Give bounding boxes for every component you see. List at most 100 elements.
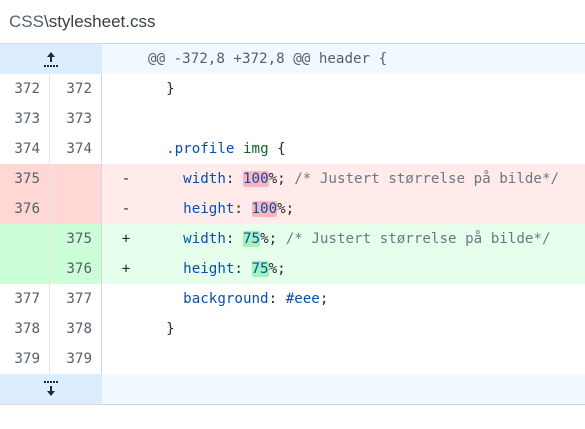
new-line-number[interactable]	[50, 164, 102, 194]
colon: :	[234, 201, 252, 217]
changed-value: 100	[251, 201, 278, 217]
new-line-number[interactable]: 379	[50, 344, 102, 374]
changed-value: 75	[251, 261, 269, 277]
new-line-number[interactable]: 373	[50, 104, 102, 134]
context-line: 377 377 background: #eee;	[0, 284, 585, 314]
colon: :	[234, 261, 252, 277]
code-line: }	[149, 74, 175, 104]
colon: :	[225, 171, 243, 187]
code-line: height: 100%;	[149, 194, 294, 224]
code-cell	[102, 344, 585, 374]
colon: :	[268, 291, 286, 307]
css-property: height	[183, 201, 235, 217]
unit: %;	[277, 201, 295, 217]
new-line-number[interactable]: 372	[50, 74, 102, 104]
diff-table: @@ -372,8 +372,8 @@ header { 372 372 } 373…	[0, 44, 585, 405]
old-line-number[interactable]: 372	[0, 74, 50, 104]
diff-marker: -	[121, 171, 131, 187]
expand-up-button[interactable]	[0, 44, 102, 74]
hunk-header-row: @@ -372,8 +372,8 @@ header {	[0, 44, 585, 74]
code-text: {	[268, 141, 286, 157]
css-selector: .profile	[166, 141, 235, 157]
new-line-number[interactable]: 375	[50, 224, 102, 254]
old-line-number[interactable]: 373	[0, 104, 50, 134]
code-line: .profile img {	[149, 134, 286, 164]
code-line: width: 75%; /* Justert størrelse på bild…	[149, 224, 551, 254]
code-line: height: 75%;	[149, 254, 286, 284]
unit: %;	[260, 231, 278, 247]
expand-up-icon	[44, 52, 58, 67]
expand-down-button[interactable]	[0, 374, 102, 404]
colon: :	[225, 231, 243, 247]
css-property: height	[183, 261, 235, 277]
code-line: background: #eee;	[149, 284, 328, 314]
css-tag: img	[242, 141, 269, 157]
context-line: 379 379	[0, 344, 585, 374]
code-cell: + width: 75%; /* Justert størrelse på bi…	[102, 224, 585, 254]
hunk-footer-row	[0, 374, 585, 405]
code-cell: }	[102, 314, 585, 344]
context-line: 378 378 }	[0, 314, 585, 344]
new-line-number[interactable]: 374	[50, 134, 102, 164]
code-text: }	[149, 81, 175, 97]
unit: %;	[268, 261, 286, 277]
expand-down-icon	[44, 381, 58, 396]
code-cell: }	[102, 74, 585, 104]
changed-value: 75	[242, 231, 261, 247]
changed-value: 100	[242, 171, 269, 187]
new-line-number[interactable]: 378	[50, 314, 102, 344]
deleted-line: 375 - width: 100%; /* Justert størrelse p…	[0, 164, 585, 194]
file-name[interactable]: stylesheet.css	[49, 12, 156, 32]
code-line: width: 100%; /* Justert størrelse på bil…	[149, 164, 559, 194]
old-line-number[interactable]	[0, 224, 50, 254]
old-line-number[interactable]	[0, 254, 50, 284]
diff-marker	[102, 314, 149, 344]
diff-marker	[102, 134, 149, 164]
deleted-line: 376 - height: 100%;	[0, 194, 585, 224]
css-comment: /* Justert størrelse på bilde*/	[285, 171, 560, 187]
code-cell: - width: 100%; /* Justert størrelse på b…	[102, 164, 585, 194]
context-line: 374 374 .profile img {	[0, 134, 585, 164]
old-line-number[interactable]: 378	[0, 314, 50, 344]
file-folder[interactable]: CSS	[9, 12, 44, 32]
unit: %;	[268, 171, 286, 187]
old-line-number[interactable]: 376	[0, 194, 50, 224]
context-line: 372 372 }	[0, 74, 585, 104]
diff-marker	[102, 284, 149, 314]
css-value: #eee	[285, 291, 320, 307]
code-text: }	[149, 321, 175, 337]
code-cell: + height: 75%;	[102, 254, 585, 284]
new-line-number[interactable]: 377	[50, 284, 102, 314]
old-line-number[interactable]: 379	[0, 344, 50, 374]
new-line-number[interactable]	[50, 194, 102, 224]
diff-marker: +	[121, 261, 131, 277]
code-cell: background: #eee;	[102, 284, 585, 314]
hunk-header: @@ -372,8 +372,8 @@ header {	[148, 51, 388, 67]
added-line: 375 + width: 75%; /* Justert størrelse på…	[0, 224, 585, 254]
code-cell: - height: 100%;	[102, 194, 585, 224]
old-line-number[interactable]: 375	[0, 164, 50, 194]
old-line-number[interactable]: 377	[0, 284, 50, 314]
code-cell	[102, 104, 585, 134]
diff-marker	[102, 104, 149, 134]
diff-marker: -	[121, 201, 131, 217]
diff-marker	[102, 344, 149, 374]
css-comment: /* Justert størrelse på bilde*/	[277, 231, 551, 247]
context-line: 373 373	[0, 104, 585, 134]
file-header: CSS \ stylesheet.css	[0, 0, 585, 44]
semicolon: ;	[319, 291, 329, 307]
css-property: width	[183, 231, 226, 247]
code-cell: .profile img {	[102, 134, 585, 164]
diff-marker	[102, 74, 149, 104]
added-line: 376 + height: 75%;	[0, 254, 585, 284]
old-line-number[interactable]: 374	[0, 134, 50, 164]
css-property: background	[183, 291, 269, 307]
new-line-number[interactable]: 376	[50, 254, 102, 284]
